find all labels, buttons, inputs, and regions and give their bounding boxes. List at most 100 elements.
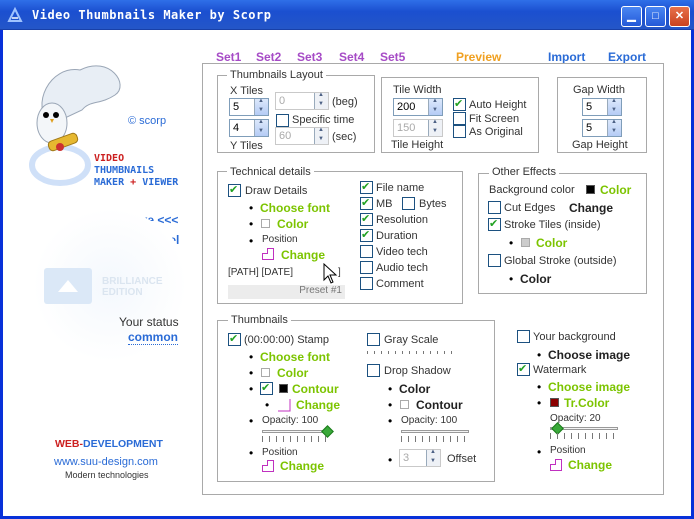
file-name-checkbox[interactable]: [360, 180, 373, 194]
gap-width-spinner[interactable]: 5: [582, 98, 622, 116]
seconds-label: (sec): [332, 131, 357, 143]
contour-change-link[interactable]: Change: [296, 398, 340, 412]
tech-color-link[interactable]: Color: [277, 217, 308, 231]
spinner-arrows-icon[interactable]: [254, 98, 268, 115]
tab-set1[interactable]: Set1: [216, 50, 241, 64]
maximize-icon: □: [652, 10, 659, 22]
global-stroke-color-link[interactable]: Color: [520, 272, 551, 286]
draw-details-checkbox[interactable]: [228, 183, 241, 197]
tab-preview[interactable]: Preview: [456, 50, 501, 64]
stroke-color-link[interactable]: Color: [536, 236, 567, 250]
drop-shadow-opacity-slider[interactable]: [401, 430, 469, 433]
spinner-arrows-icon[interactable]: [314, 127, 328, 144]
offset-spinner[interactable]: 3: [399, 449, 441, 467]
gap-height-spinner[interactable]: 5: [582, 119, 622, 137]
drop-shadow-color-link[interactable]: Color: [399, 382, 430, 396]
your-background-checkbox[interactable]: [517, 330, 530, 343]
tech-position-change-link[interactable]: Change: [281, 248, 325, 262]
specific-time-checkbox[interactable]: [276, 114, 289, 127]
tab-import[interactable]: Import: [548, 50, 585, 64]
details-template-text[interactable]: [PATH] [DATE]: [228, 267, 293, 278]
y-tiles-spinner[interactable]: 4: [229, 119, 269, 137]
position-icon[interactable]: [550, 459, 562, 471]
tab-export[interactable]: Export: [608, 50, 646, 64]
stamp-color-link[interactable]: Color: [277, 366, 308, 380]
mb-checkbox[interactable]: [360, 196, 373, 210]
stamp-position-change-link[interactable]: Change: [280, 459, 324, 473]
position-icon[interactable]: [262, 248, 274, 260]
stroke-color-swatch[interactable]: [521, 238, 530, 247]
minimize-button[interactable]: ▁: [621, 6, 642, 27]
contour-color-swatch[interactable]: [279, 384, 288, 393]
stamp-checkbox[interactable]: [228, 332, 241, 346]
stamp-choose-font-link[interactable]: Choose font: [260, 350, 330, 364]
tab-set2[interactable]: Set2: [256, 50, 281, 64]
offset-label: Offset: [447, 453, 477, 465]
cut-edges-checkbox[interactable]: [488, 201, 501, 214]
background-color-link[interactable]: Color: [600, 183, 631, 197]
stroke-tiles-checkbox[interactable]: [488, 217, 501, 231]
as-original-label: As Original: [469, 126, 523, 138]
contour-link[interactable]: Contour: [292, 382, 339, 396]
resolution-checkbox[interactable]: [360, 212, 373, 226]
drop-shadow-checkbox[interactable]: [367, 364, 380, 377]
tab-set5[interactable]: Set5: [380, 50, 405, 64]
cut-edges-change-link[interactable]: Change: [569, 201, 613, 215]
contour-checkbox[interactable]: [260, 381, 273, 395]
fit-screen-checkbox[interactable]: [453, 112, 466, 125]
position-icon[interactable]: [262, 460, 274, 472]
spinner-arrows-icon[interactable]: [314, 92, 328, 109]
transparent-color-swatch[interactable]: [550, 398, 559, 407]
stamp-color-swatch[interactable]: [261, 368, 270, 377]
begin-spinner[interactable]: 0: [275, 92, 329, 110]
background-choose-image-link[interactable]: Choose image: [548, 348, 630, 362]
spinner-arrows-icon[interactable]: [428, 98, 442, 115]
bytes-checkbox[interactable]: [402, 197, 415, 210]
gap-width-label: Gap Width: [573, 84, 625, 96]
x-tiles-label: X Tiles: [230, 85, 264, 97]
spinner-arrows-icon[interactable]: [428, 119, 442, 136]
contour-style-icon[interactable]: [277, 398, 291, 412]
website-link[interactable]: www.suu-design.com: [54, 456, 158, 468]
tab-set3[interactable]: Set3: [297, 50, 322, 64]
tile-height-spinner[interactable]: 150: [393, 119, 443, 137]
stamp-opacity-slider[interactable]: [262, 430, 330, 433]
spinner-arrows-icon[interactable]: [426, 449, 440, 466]
audio-tech-label: Audio tech: [376, 262, 428, 274]
drop-shadow-contour-link[interactable]: Contour: [416, 398, 463, 412]
bullet: •: [265, 398, 270, 412]
tile-width-label: Tile Width: [393, 84, 442, 96]
gray-scale-checkbox[interactable]: [367, 333, 380, 346]
spinner-arrows-icon[interactable]: [254, 119, 268, 136]
as-original-checkbox[interactable]: [453, 125, 466, 138]
background-color-swatch[interactable]: [586, 185, 595, 194]
tech-choose-font-link[interactable]: Choose font: [260, 201, 330, 215]
watermark-position-change-link[interactable]: Change: [568, 458, 612, 472]
tech-color-swatch[interactable]: [261, 219, 270, 228]
close-button[interactable]: ✕: [669, 6, 690, 27]
spinner-arrows-icon[interactable]: [607, 98, 621, 115]
auto-height-checkbox[interactable]: [453, 97, 466, 111]
thumbnails-layout-title: Thumbnails Layout: [227, 69, 326, 81]
bullet: •: [249, 382, 254, 396]
tile-width-spinner[interactable]: 200: [393, 98, 443, 116]
spinner-arrows-icon[interactable]: [607, 119, 621, 136]
preset-field[interactable]: Preset #1: [228, 285, 345, 299]
audio-tech-checkbox[interactable]: [360, 261, 373, 274]
transparent-color-link[interactable]: Tr.Color: [564, 396, 609, 410]
draw-details-label: Draw Details: [245, 185, 308, 197]
watermark-choose-image-link[interactable]: Choose image: [548, 380, 630, 394]
video-tech-checkbox[interactable]: [360, 245, 373, 258]
maximize-button[interactable]: □: [645, 6, 666, 27]
comment-checkbox[interactable]: [360, 277, 373, 290]
watermark-checkbox[interactable]: [517, 362, 530, 376]
bullet: •: [388, 453, 393, 467]
bullet: •: [249, 350, 254, 364]
auto-height-label: Auto Height: [469, 99, 527, 111]
drop-shadow-contour-swatch[interactable]: [400, 400, 409, 409]
x-tiles-spinner[interactable]: 5: [229, 98, 269, 116]
duration-checkbox[interactable]: [360, 228, 373, 242]
global-stroke-checkbox[interactable]: [488, 254, 501, 267]
tab-set4[interactable]: Set4: [339, 50, 364, 64]
seconds-spinner[interactable]: 60: [275, 127, 329, 145]
